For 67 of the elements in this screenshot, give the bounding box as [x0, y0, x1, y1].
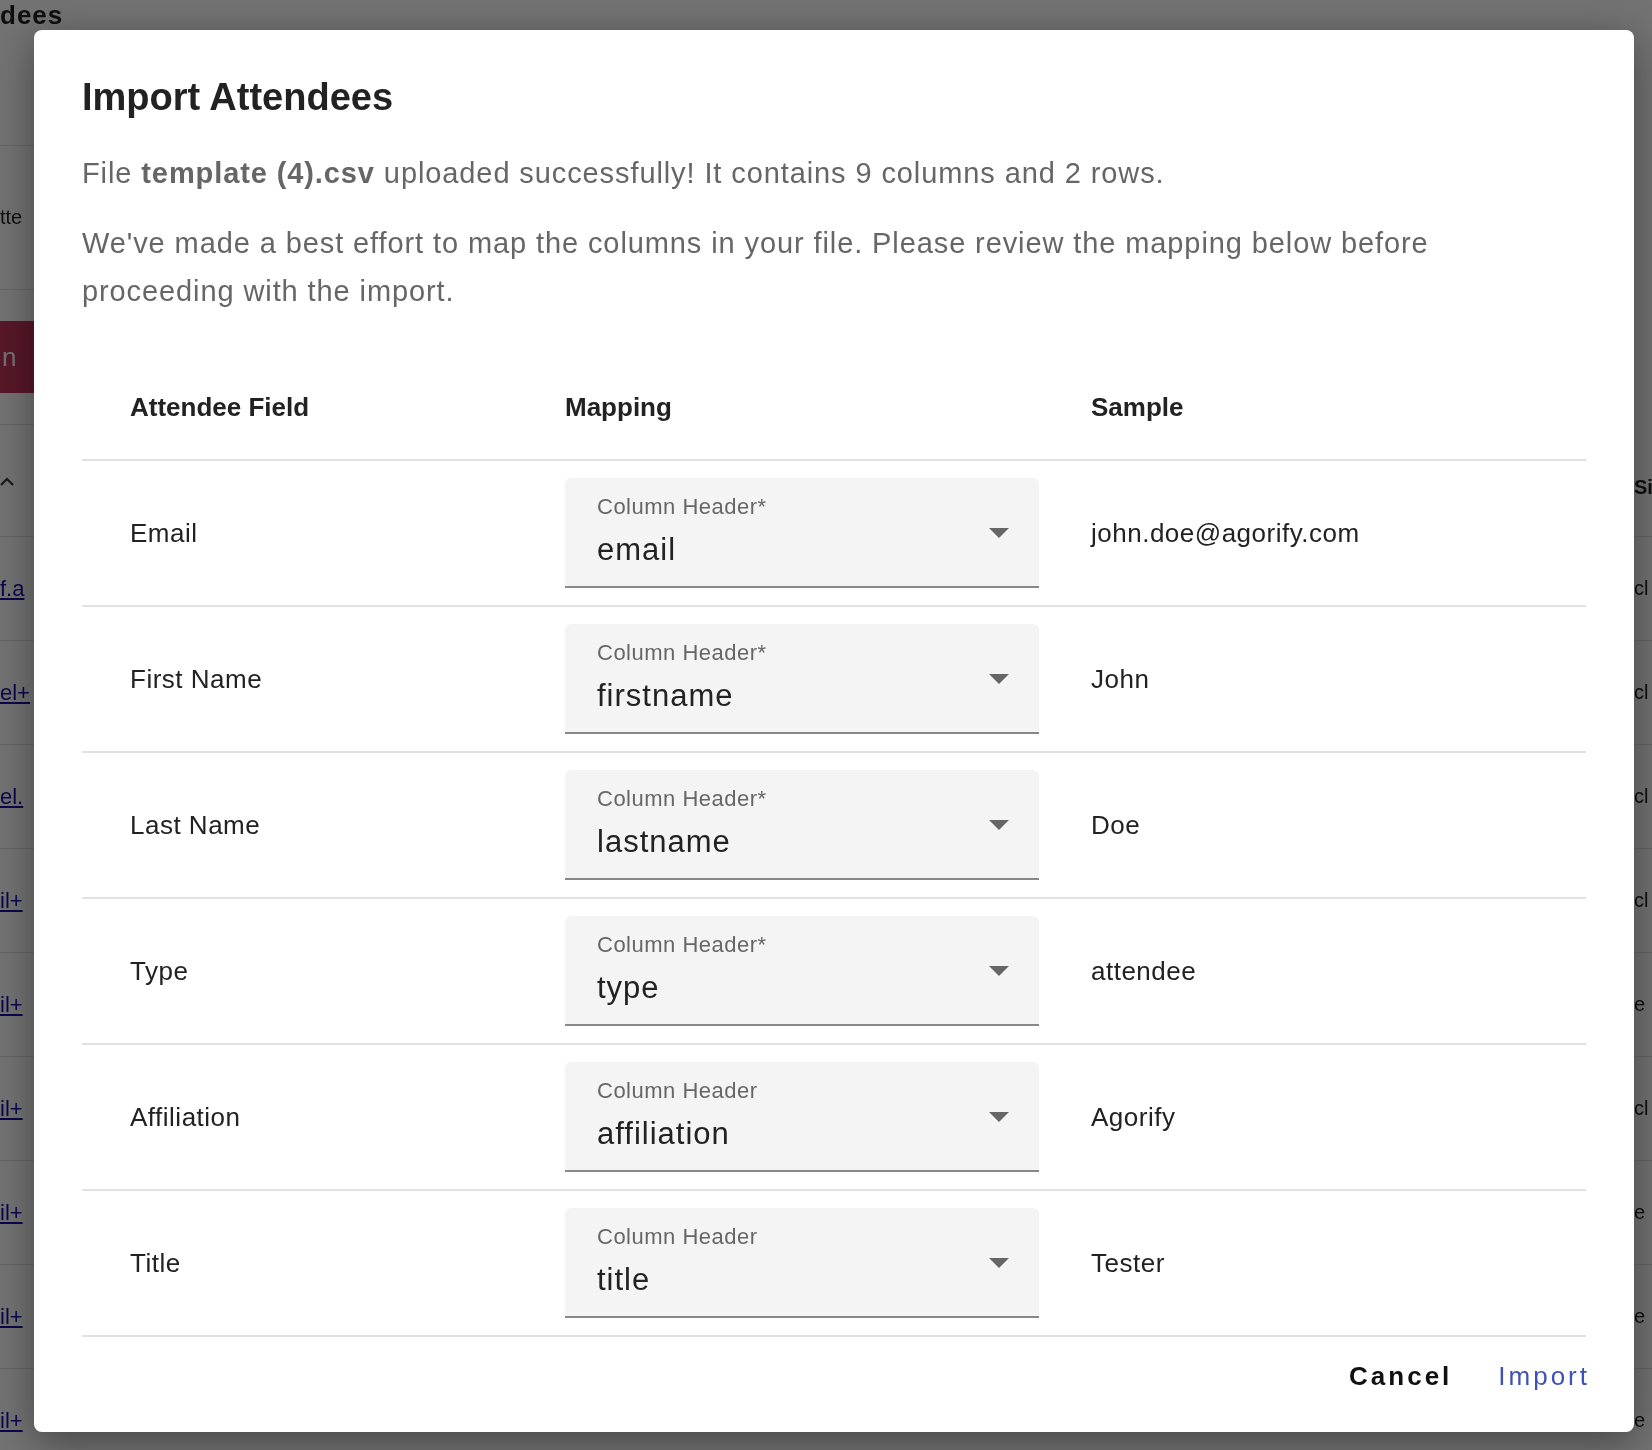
column-header: Sample [1091, 391, 1184, 423]
field-name: Last Name [130, 809, 261, 841]
table-text: tte [0, 206, 23, 229]
sample-value: John [1091, 663, 1150, 695]
email-link[interactable]: el. [0, 783, 24, 810]
email-link[interactable]: il+ [0, 1199, 23, 1226]
sample-value: Doe [1091, 809, 1141, 841]
table-text: e [1634, 1201, 1646, 1224]
sample-value: Agorify [1091, 1101, 1176, 1133]
dialog-title: Import Attendees [82, 76, 395, 119]
caret-icon [989, 966, 1009, 976]
caret-icon [989, 820, 1009, 830]
field-name: Email [130, 517, 198, 549]
upload-message: File template (4).csv uploaded successfully! It contains 9 columns and 2 rows. [82, 156, 1166, 191]
table-text: cl [1634, 785, 1649, 808]
field-name: First Name [130, 663, 263, 695]
select-label: Column Header* [597, 932, 767, 958]
caret-icon [989, 1258, 1009, 1268]
table-text: cl [1634, 889, 1649, 912]
column-select[interactable]: Column Header title [565, 1208, 1039, 1318]
select-label: Column Header* [597, 494, 767, 520]
field-name: Affiliation [130, 1101, 241, 1133]
cancel-button[interactable]: Cancel [1333, 1351, 1469, 1402]
select-value: title [597, 1262, 651, 1298]
select-label: Column Header* [597, 786, 767, 812]
column-header: Mapping [565, 391, 672, 423]
email-link[interactable]: el+ [0, 679, 30, 706]
field-name: Type [130, 955, 189, 987]
email-link[interactable]: f.a [0, 575, 25, 602]
select-value: email [597, 532, 677, 568]
email-link[interactable]: il+ [0, 1303, 23, 1330]
table-text: e [1634, 993, 1646, 1016]
sample-value: john.doe@agorify.com [1091, 517, 1360, 549]
caret-icon [989, 528, 1009, 538]
page-heading: dees [0, 0, 64, 31]
column-header: Attendee Field [130, 391, 310, 423]
table-text: e [1634, 1409, 1646, 1432]
import-button[interactable]: Import [1482, 1351, 1606, 1402]
field-name: Title [130, 1247, 181, 1279]
table-text: cl [1634, 1097, 1649, 1120]
mapping-note: We've made a best effort to map the columns in your file. Please review the mapping below before proceeding with the import. [82, 226, 1430, 309]
sample-value: Tester [1091, 1247, 1165, 1279]
caret-icon [989, 1112, 1009, 1122]
column-select[interactable]: Column Header* email [565, 478, 1039, 588]
select-value: firstname [597, 678, 734, 714]
caret-icon [989, 674, 1009, 684]
column-select[interactable]: Column Header affiliation [565, 1062, 1039, 1172]
email-link[interactable]: il+ [0, 887, 23, 914]
sample-value: attendee [1091, 955, 1197, 987]
select-label: Column Header [597, 1224, 758, 1250]
table-text: e [1634, 1305, 1646, 1328]
chevron-icon[interactable] [0, 475, 14, 486]
column-select[interactable]: Column Header* lastname [565, 770, 1039, 880]
select-label: Column Header* [597, 640, 767, 666]
column-select[interactable]: Column Header* firstname [565, 624, 1039, 734]
email-link[interactable]: il+ [0, 1407, 23, 1434]
select-value: type [597, 970, 660, 1006]
page-button[interactable]: n [0, 321, 34, 393]
select-value: lastname [597, 824, 731, 860]
column-select[interactable]: Column Header* type [565, 916, 1039, 1026]
table-text: cl [1634, 681, 1649, 704]
email-link[interactable]: il+ [0, 1095, 23, 1122]
select-label: Column Header [597, 1078, 758, 1104]
table-text: Si [1634, 476, 1652, 499]
table-text: cl [1634, 577, 1649, 600]
email-link[interactable]: il+ [0, 991, 23, 1018]
select-value: affiliation [597, 1116, 730, 1152]
